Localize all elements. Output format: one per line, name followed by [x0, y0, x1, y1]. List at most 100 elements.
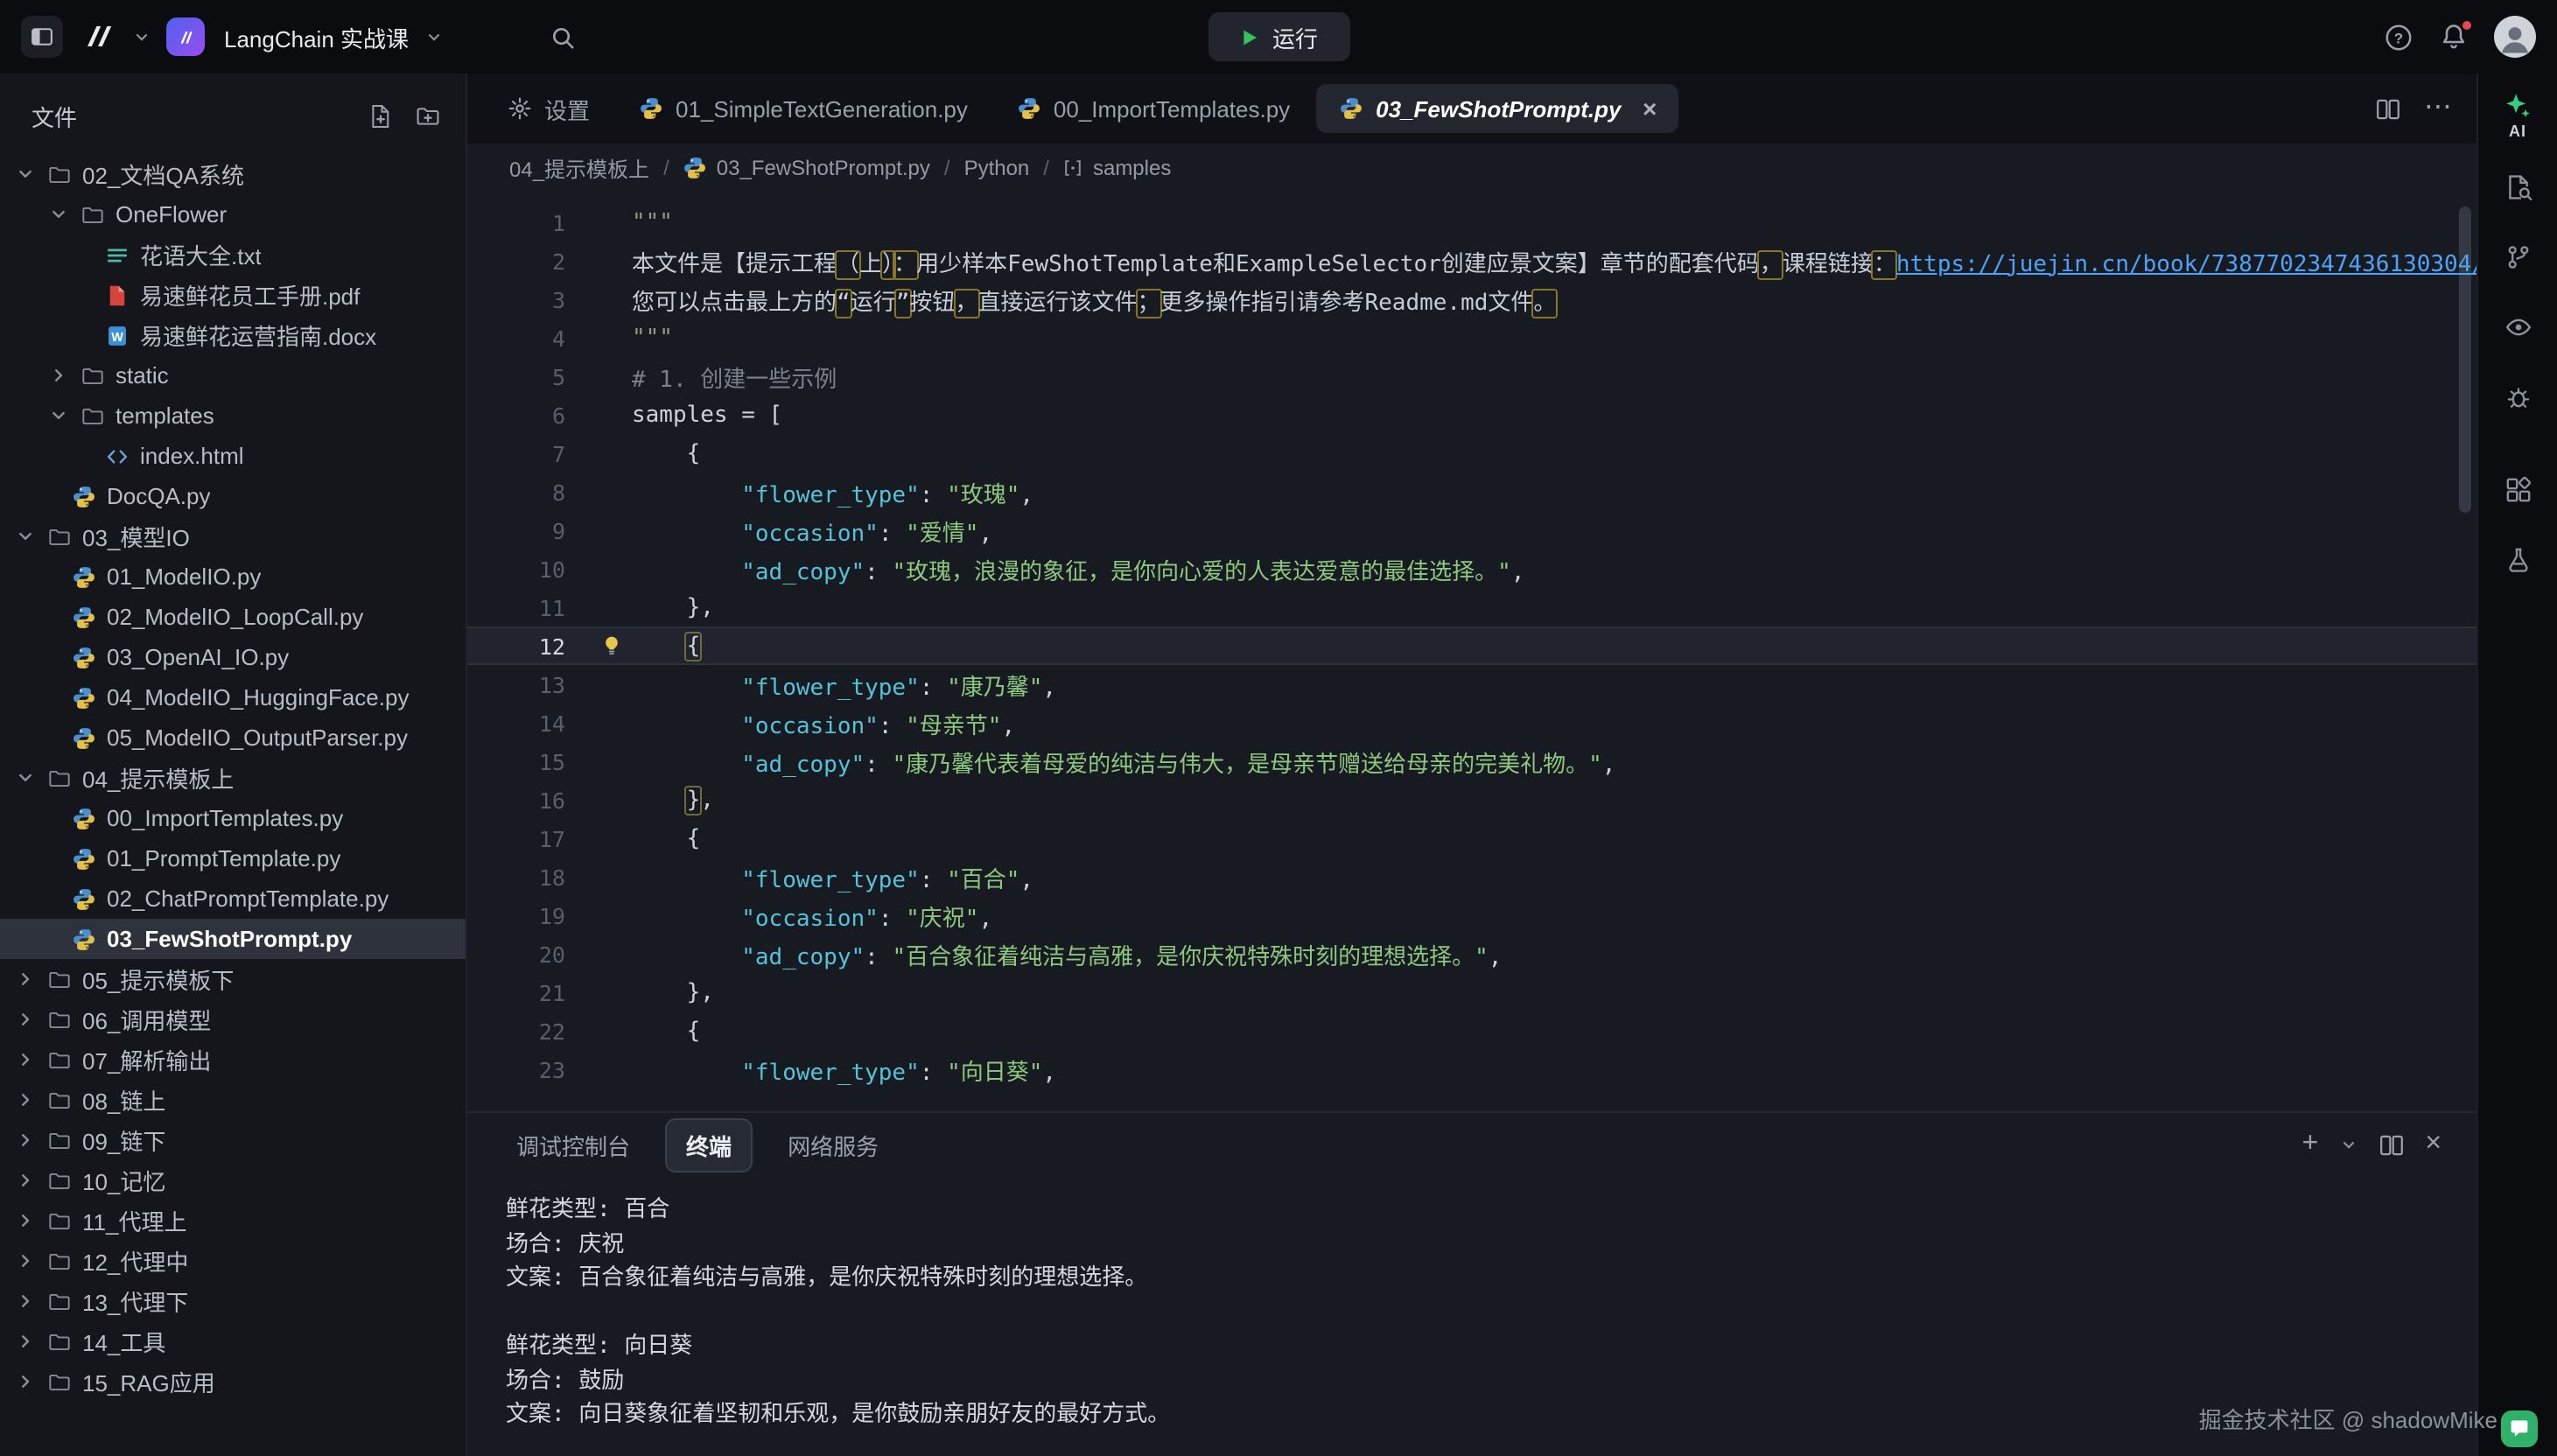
- tree-item[interactable]: 02_ModelIO_LoopCall.py: [0, 597, 466, 637]
- tree-item[interactable]: 04_提示模板上: [0, 758, 466, 798]
- ai-assistant-button[interactable]: AI: [2503, 91, 2532, 140]
- tree-item[interactable]: index.html: [0, 436, 466, 476]
- chevron-down-icon[interactable]: [2339, 1136, 2357, 1153]
- new-terminal-button[interactable]: +: [2302, 1130, 2319, 1158]
- chevron-right-icon[interactable]: [14, 1008, 37, 1031]
- close-icon[interactable]: ×: [1642, 94, 1656, 122]
- chevron-down-icon[interactable]: [47, 203, 70, 226]
- code-line[interactable]: 4""": [467, 318, 2476, 357]
- code-line[interactable]: 3您可以点击最上方的“运行”按钮，直接运行该文件；更多操作指引请参考Readme…: [467, 280, 2476, 318]
- code-line[interactable]: 16 },: [467, 780, 2476, 819]
- code-line[interactable]: 7 {: [467, 434, 2476, 472]
- chevron-right-icon[interactable]: [14, 1169, 37, 1192]
- tree-item[interactable]: 00_ImportTemplates.py: [0, 798, 466, 838]
- chevron-right-icon[interactable]: [14, 1048, 37, 1071]
- tree-item[interactable]: 15_RAG应用: [0, 1362, 466, 1402]
- tree-item[interactable]: 01_ModelIO.py: [0, 556, 466, 597]
- chevron-right-icon[interactable]: [14, 1129, 37, 1152]
- chevron-down-icon[interactable]: [424, 28, 442, 46]
- code-line[interactable]: 22 {: [467, 1012, 2476, 1050]
- chevron-right-icon[interactable]: [14, 1209, 37, 1232]
- code-line[interactable]: 21 },: [467, 973, 2476, 1012]
- panel-tab[interactable]: 网络服务: [767, 1117, 900, 1172]
- split-panel-icon[interactable]: [2378, 1131, 2404, 1158]
- tree-item[interactable]: 10_记忆: [0, 1160, 466, 1200]
- tree-item[interactable]: static: [0, 355, 466, 396]
- code-line[interactable]: 1""": [467, 203, 2476, 242]
- code-line[interactable]: 11 },: [467, 588, 2476, 626]
- preview-button[interactable]: [2504, 313, 2532, 350]
- chevron-down-icon[interactable]: [47, 404, 70, 427]
- tree-item[interactable]: 02_文档QA系统: [0, 154, 466, 194]
- debug-button[interactable]: [2504, 383, 2532, 420]
- tests-button[interactable]: [2504, 546, 2532, 583]
- panel-tab[interactable]: 终端: [665, 1117, 753, 1172]
- chat-widget-button[interactable]: [2501, 1410, 2538, 1447]
- code-line[interactable]: 14 "occasion": "母亲节",: [467, 704, 2476, 742]
- chevron-down-icon[interactable]: [14, 525, 37, 548]
- chevron-right-icon[interactable]: [14, 1330, 37, 1353]
- panel-tab[interactable]: 调试控制台: [495, 1117, 651, 1172]
- tree-item[interactable]: 06_调用模型: [0, 999, 466, 1040]
- code-line[interactable]: 13 "flower_type": "康乃馨",: [467, 665, 2476, 704]
- help-icon[interactable]: ?: [2384, 22, 2413, 52]
- lightbulb-icon[interactable]: [600, 634, 623, 657]
- code-line[interactable]: 10 "ad_copy": "玫瑰，浪漫的象征，是你向心爱的人表达爱意的最佳选择…: [467, 550, 2476, 588]
- project-avatar[interactable]: [166, 18, 205, 56]
- project-name[interactable]: LangChain 实战课: [224, 20, 409, 53]
- breadcrumb-item[interactable]: Python: [964, 156, 1030, 180]
- terminal-output[interactable]: 鲜花类型: 百合场合: 庆祝文案: 百合象征着纯洁与高雅，是你庆祝特殊时刻的理想…: [467, 1176, 2476, 1456]
- breadcrumb-item[interactable]: 03_FewShotPrompt.py: [683, 156, 930, 180]
- tree-item[interactable]: OneFlower: [0, 194, 466, 234]
- tree-item[interactable]: 花语大全.txt: [0, 234, 466, 275]
- tree-item[interactable]: 14_工具: [0, 1321, 466, 1362]
- editor-tab[interactable]: 03_FewShotPrompt.py×: [1316, 84, 1679, 133]
- user-avatar[interactable]: [2494, 16, 2536, 58]
- editor-tab[interactable]: 01_SimpleTextGeneration.py: [616, 84, 991, 133]
- chevron-right-icon[interactable]: [47, 364, 70, 387]
- chevron-right-icon[interactable]: [14, 1370, 37, 1393]
- tree-item[interactable]: 01_PromptTemplate.py: [0, 838, 466, 878]
- tree-item[interactable]: W易速鲜花运营指南.docx: [0, 315, 466, 355]
- search-icon[interactable]: [549, 24, 575, 50]
- app-logo-icon[interactable]: [79, 18, 117, 56]
- code-line[interactable]: 19 "occasion": "庆祝",: [467, 896, 2476, 934]
- tree-item[interactable]: 02_ChatPromptTemplate.py: [0, 878, 466, 919]
- code-line[interactable]: 8 "flower_type": "玫瑰",: [467, 472, 2476, 511]
- source-control-button[interactable]: [2504, 243, 2532, 280]
- chevron-down-icon[interactable]: [133, 28, 151, 46]
- more-actions-icon[interactable]: ⋯: [2424, 94, 2452, 122]
- code-line[interactable]: 6samples = [: [467, 396, 2476, 434]
- tree-item[interactable]: 12_代理中: [0, 1241, 466, 1281]
- chevron-down-icon[interactable]: [14, 163, 37, 186]
- code-line[interactable]: 15 "ad_copy": "康乃馨代表着母爱的纯洁与伟大，是母亲节赠送给母亲的…: [467, 742, 2476, 780]
- code-line[interactable]: 12 {: [467, 626, 2476, 665]
- code-line[interactable]: 9 "occasion": "爱情",: [467, 511, 2476, 550]
- code-line[interactable]: 2本文件是【提示工程（上）：用少样本FewShotTemplate和Exampl…: [467, 242, 2476, 280]
- tree-item[interactable]: templates: [0, 396, 466, 436]
- chevron-right-icon[interactable]: [14, 1290, 37, 1312]
- code-line[interactable]: 23 "flower_type": "向日葵",: [467, 1050, 2476, 1088]
- code-line[interactable]: 5# 1. 创建一些示例: [467, 357, 2476, 396]
- new-file-button[interactable]: [368, 102, 394, 129]
- tree-item[interactable]: 易速鲜花员工手册.pdf: [0, 275, 466, 315]
- split-editor-icon[interactable]: [2375, 95, 2401, 122]
- tree-item[interactable]: 05_提示模板下: [0, 959, 466, 999]
- run-button[interactable]: 运行: [1208, 12, 1349, 61]
- editor-tab[interactable]: 设置: [485, 84, 613, 133]
- file-search-button[interactable]: [2504, 173, 2532, 210]
- chevron-right-icon[interactable]: [14, 968, 37, 990]
- tree-item[interactable]: 07_解析输出: [0, 1040, 466, 1080]
- new-folder-button[interactable]: [415, 102, 441, 129]
- tree-item[interactable]: 03_模型IO: [0, 516, 466, 556]
- close-panel-button[interactable]: ×: [2425, 1130, 2441, 1158]
- tree-item[interactable]: 11_代理上: [0, 1200, 466, 1241]
- tree-item[interactable]: 08_链上: [0, 1080, 466, 1120]
- code-line[interactable]: 20 "ad_copy": "百合象征着纯洁与高雅，是你庆祝特殊时刻的理想选择。…: [467, 934, 2476, 973]
- tree-item[interactable]: DocQA.py: [0, 476, 466, 516]
- tree-item[interactable]: 03_FewShotPrompt.py: [0, 919, 466, 959]
- notifications-bell-icon[interactable]: [2440, 23, 2468, 51]
- tree-item[interactable]: 04_ModelIO_HuggingFace.py: [0, 677, 466, 718]
- tree-item[interactable]: 13_代理下: [0, 1281, 466, 1321]
- tree-item[interactable]: 03_OpenAI_IO.py: [0, 637, 466, 677]
